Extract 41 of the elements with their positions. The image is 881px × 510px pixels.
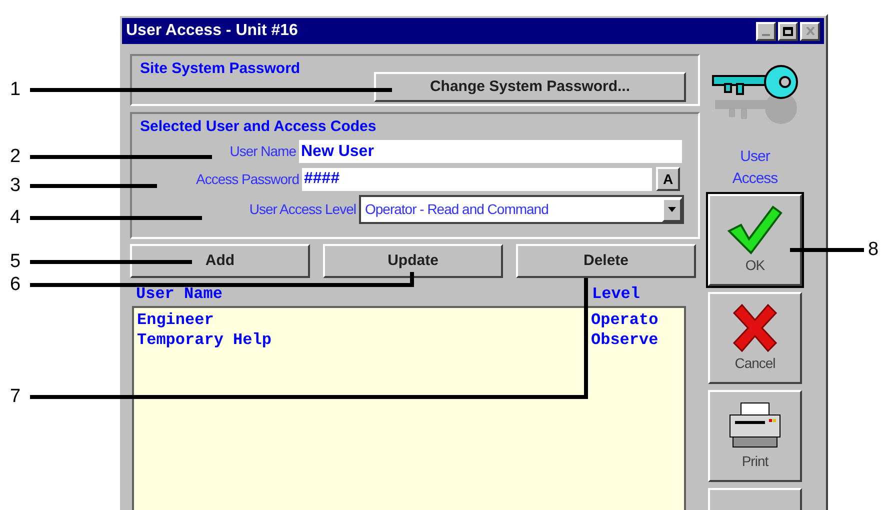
maximize-button[interactable] <box>778 22 798 40</box>
group-heading: Site System Password <box>140 59 300 79</box>
window-title: User Access - Unit #16 <box>126 21 298 41</box>
cancel-button[interactable]: Cancel <box>708 292 802 384</box>
field-label: Access Password <box>196 170 299 188</box>
group-heading: Selected User and Access Codes <box>140 117 378 137</box>
callout-number: 4 <box>10 208 21 228</box>
access-level-dropdown[interactable]: Operator - Read and Command <box>359 195 684 224</box>
reveal-button[interactable]: A <box>656 167 680 191</box>
column-header[interactable]: User Name <box>136 282 592 306</box>
change-password-button[interactable]: Change System Password... <box>374 72 686 102</box>
printer-icon <box>727 400 783 450</box>
column-header[interactable]: Level <box>592 282 640 306</box>
callout-number: 7 <box>10 387 21 407</box>
callout-number: 1 <box>10 80 21 100</box>
dropdown-arrow-icon <box>668 207 676 212</box>
checkmark-icon <box>727 204 783 254</box>
print-button[interactable]: Print <box>708 390 802 482</box>
close-button[interactable] <box>800 22 820 40</box>
cross-icon <box>730 302 780 352</box>
user-list[interactable]: Engineer Operato Temporary Help Observe <box>132 306 686 510</box>
action-button[interactable]: Delete <box>516 244 696 278</box>
action-button[interactable]: Update <box>323 244 503 278</box>
field-label: User Access Level <box>249 200 356 219</box>
list-cell: Operato <box>591 310 658 330</box>
minimize-button[interactable] <box>756 22 776 40</box>
close-icon <box>806 27 814 35</box>
callout-number: 5 <box>10 252 21 272</box>
list-cell-text: Temporary Help <box>137 330 272 350</box>
callout-number: 2 <box>10 147 21 167</box>
callout-number: 8 <box>868 240 879 260</box>
callout-number: 3 <box>10 176 21 196</box>
password-field[interactable]: #### <box>302 168 652 190</box>
ok-button[interactable]: OK <box>708 194 802 286</box>
list-cell-text: Engineer <box>137 310 215 330</box>
action-button[interactable]: Add <box>130 244 310 278</box>
list-cell: Observe <box>591 330 658 350</box>
user-name-field[interactable]: New User <box>299 140 682 163</box>
side-caption: User Access <box>731 147 779 189</box>
callout-number: 6 <box>10 275 21 295</box>
field-label: User Name <box>230 142 296 161</box>
